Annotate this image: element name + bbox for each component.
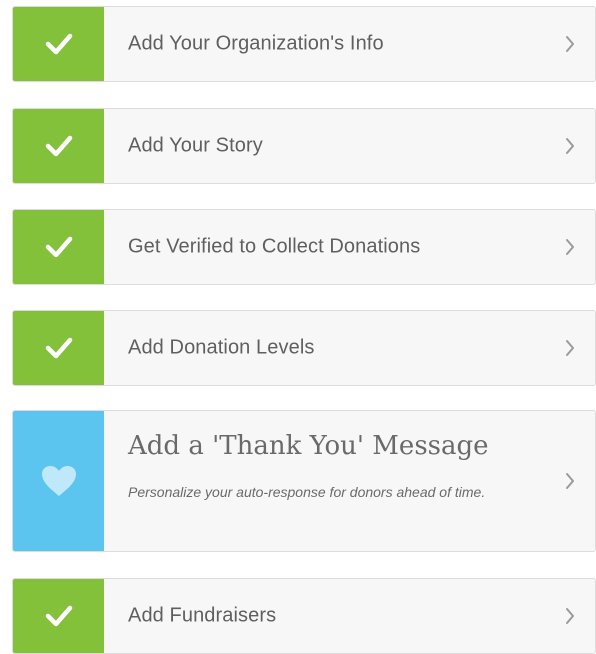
step-organization-info[interactable]: Add Your Organization's Info (12, 6, 596, 82)
step-description: Personalize your auto-response for donor… (128, 484, 486, 500)
step-get-verified[interactable]: Get Verified to Collect Donations (12, 209, 596, 285)
step-complete-badge (13, 311, 104, 385)
check-icon (45, 33, 72, 55)
step-label: Get Verified to Collect Donations (128, 235, 421, 258)
step-label: Add Your Organization's Info (128, 32, 384, 55)
step-complete-badge (13, 109, 104, 183)
chevron-right-icon (566, 138, 574, 154)
heart-icon (41, 466, 76, 496)
step-fundraisers[interactable]: Add Fundraisers (12, 578, 596, 654)
step-complete-badge (13, 579, 104, 653)
chevron-right-icon (566, 36, 574, 52)
step-complete-badge (13, 210, 104, 284)
chevron-right-icon (566, 473, 574, 489)
chevron-right-icon (566, 340, 574, 356)
step-donation-levels[interactable]: Add Donation Levels (12, 310, 596, 386)
check-icon (45, 236, 72, 258)
step-current-badge (13, 411, 104, 551)
step-label: Add Your Story (128, 134, 263, 157)
step-label: Add Fundraisers (128, 604, 277, 627)
chevron-right-icon (566, 608, 574, 624)
step-title: Add a 'Thank You' Message (128, 431, 489, 461)
step-story[interactable]: Add Your Story (12, 108, 596, 184)
check-icon (45, 337, 72, 359)
check-icon (45, 605, 72, 627)
chevron-right-icon (566, 239, 574, 255)
step-label: Add Donation Levels (128, 336, 315, 359)
step-complete-badge (13, 7, 104, 81)
step-thank-you-message[interactable]: Add a 'Thank You' Message Personalize yo… (12, 410, 596, 552)
check-icon (45, 135, 72, 157)
